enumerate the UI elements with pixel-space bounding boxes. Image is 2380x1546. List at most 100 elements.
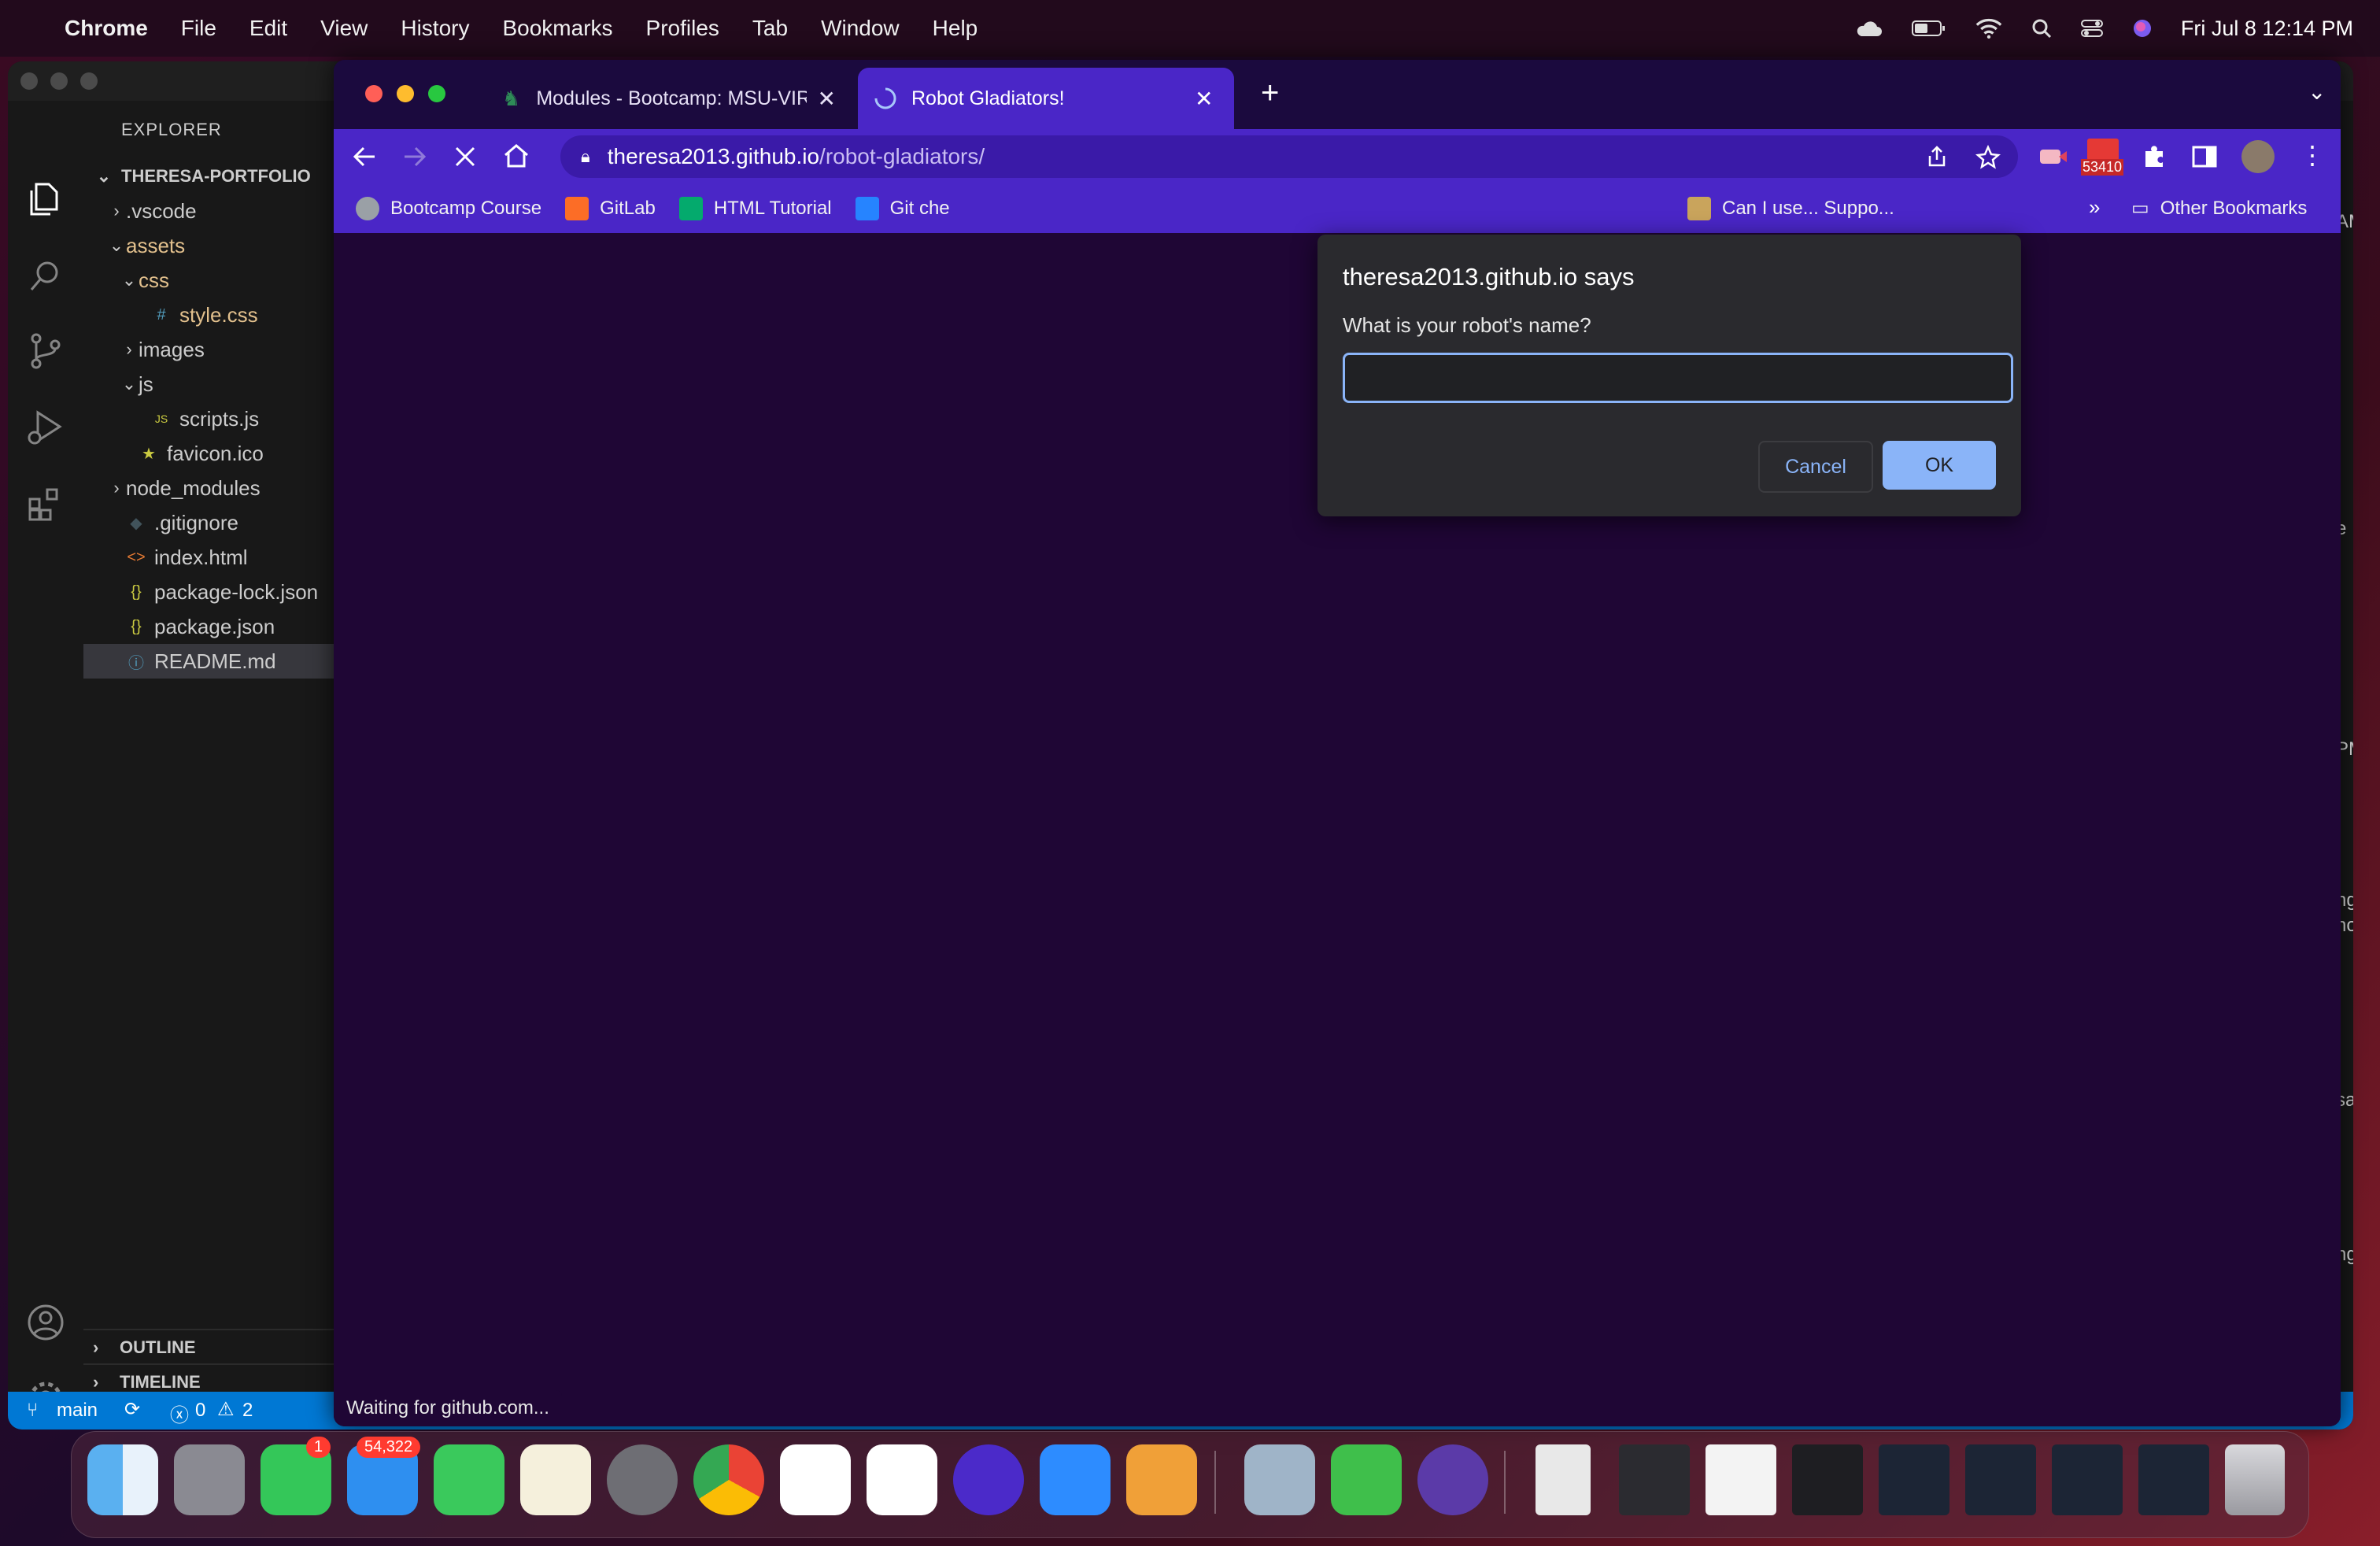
close-window-button[interactable] bbox=[365, 85, 382, 102]
bookmark-html-tutorial[interactable]: HTML Tutorial bbox=[678, 197, 832, 220]
menu-view[interactable]: View bbox=[320, 16, 368, 41]
zip-file-icon[interactable] bbox=[1536, 1444, 1591, 1515]
side-panel-icon[interactable] bbox=[2191, 143, 2218, 170]
menu-profiles[interactable]: Profiles bbox=[646, 16, 719, 41]
icloud-icon[interactable] bbox=[1855, 18, 1883, 39]
zoom-icon[interactable] bbox=[1040, 1444, 1111, 1515]
lock-icon[interactable]: 🔒︎ bbox=[581, 146, 590, 167]
preview-icon[interactable] bbox=[1244, 1444, 1315, 1515]
bookmarks-overflow-button[interactable]: » bbox=[2089, 195, 2100, 220]
menu-tab[interactable]: Tab bbox=[752, 16, 788, 41]
github-desktop-icon[interactable] bbox=[1417, 1444, 1488, 1515]
home-icon[interactable] bbox=[502, 142, 530, 170]
file-tree-item[interactable]: JS scripts.js bbox=[83, 401, 335, 436]
minimize-window-button[interactable] bbox=[397, 85, 414, 102]
zoom-button[interactable] bbox=[80, 72, 98, 90]
close-tab-icon[interactable]: ✕ bbox=[1195, 86, 1213, 112]
ok-button[interactable]: OK bbox=[1883, 441, 1996, 490]
bookmark-gitlab[interactable]: GitLab bbox=[565, 197, 656, 220]
extensions-icon[interactable] bbox=[25, 483, 66, 524]
maximize-window-button[interactable] bbox=[428, 85, 445, 102]
notes-icon[interactable] bbox=[520, 1444, 591, 1515]
wifi-icon[interactable] bbox=[1975, 18, 2003, 39]
bookmark-can-i-use[interactable]: Can I use... Suppo... bbox=[1687, 197, 1894, 220]
bookmark-star-icon[interactable] bbox=[1975, 145, 2001, 170]
branch-name[interactable]: main bbox=[57, 1400, 98, 1422]
git-branch-icon[interactable]: ⑂ bbox=[27, 1400, 38, 1422]
file-tree-item[interactable]: › .vscode bbox=[83, 194, 335, 228]
window-thumbnail[interactable] bbox=[1965, 1444, 2036, 1515]
window-thumbnail[interactable] bbox=[1706, 1444, 1776, 1515]
outline-section[interactable]: › OUTLINE bbox=[83, 1329, 335, 1365]
chrome-icon[interactable] bbox=[693, 1444, 764, 1515]
tab-modules[interactable]: ♞ Modules - Bootcamp: MSU-VIR ✕ bbox=[490, 68, 836, 129]
trash-icon[interactable] bbox=[2225, 1444, 2285, 1515]
window-thumbnail[interactable] bbox=[1792, 1444, 1863, 1515]
file-tree-item[interactable]: › images bbox=[83, 332, 335, 367]
tab-search-chevron-icon[interactable]: ⌄ bbox=[2308, 79, 2326, 105]
vscode-icon[interactable] bbox=[867, 1444, 937, 1515]
bookmark-git-cheatsheet[interactable]: Git che bbox=[855, 197, 950, 220]
battery-icon[interactable] bbox=[1911, 18, 1946, 39]
dark-browser-icon[interactable] bbox=[953, 1444, 1024, 1515]
file-tree-item[interactable]: # style.css bbox=[83, 298, 335, 332]
share-icon[interactable] bbox=[1925, 145, 1949, 168]
launchpad-icon[interactable] bbox=[174, 1444, 245, 1515]
menu-window[interactable]: Window bbox=[821, 16, 900, 41]
profile-avatar[interactable] bbox=[2241, 140, 2275, 173]
close-button[interactable] bbox=[20, 72, 38, 90]
file-tree-item[interactable]: ⌄ js bbox=[83, 367, 335, 401]
finder-icon[interactable] bbox=[87, 1444, 158, 1515]
window-thumbnail[interactable] bbox=[1619, 1444, 1690, 1515]
menu-help[interactable]: Help bbox=[933, 16, 978, 41]
file-tree-item[interactable]: <> index.html bbox=[83, 540, 335, 575]
search-icon[interactable] bbox=[25, 255, 66, 296]
menu-edit[interactable]: Edit bbox=[249, 16, 287, 41]
file-tree-item[interactable]: ◆ .gitignore bbox=[83, 505, 335, 540]
source-control-icon[interactable] bbox=[25, 331, 66, 372]
minimize-button[interactable] bbox=[50, 72, 68, 90]
menu-file[interactable]: File bbox=[181, 16, 216, 41]
sync-icon[interactable]: ⟳ bbox=[124, 1398, 140, 1421]
address-bar[interactable]: 🔒︎ theresa2013.github.io /robot-gladiato… bbox=[560, 135, 2018, 178]
menu-bookmarks[interactable]: Bookmarks bbox=[502, 16, 612, 41]
extensions-puzzle-icon[interactable] bbox=[2141, 143, 2168, 170]
close-tab-icon[interactable]: ✕ bbox=[818, 86, 836, 112]
siri-icon[interactable] bbox=[2132, 18, 2153, 39]
explorer-files-icon[interactable] bbox=[25, 178, 66, 219]
system-settings-icon[interactable] bbox=[607, 1444, 678, 1515]
gmail-checker-icon[interactable]: 53410 bbox=[2081, 139, 2124, 176]
file-tree-item[interactable]: {} package.json bbox=[83, 609, 335, 644]
file-tree-item[interactable]: › node_modules bbox=[83, 471, 335, 505]
bookmark-bootcamp-course[interactable]: Bootcamp Course bbox=[356, 197, 541, 220]
spotlight-search-icon[interactable] bbox=[2031, 18, 2052, 39]
slack-icon[interactable] bbox=[780, 1444, 851, 1515]
window-thumbnail[interactable] bbox=[2138, 1444, 2209, 1515]
file-tree-item[interactable]: ★ favicon.ico bbox=[83, 436, 335, 471]
warning-count[interactable]: 2 bbox=[242, 1400, 253, 1422]
menubar-clock[interactable]: Fri Jul 8 12:14 PM bbox=[2181, 17, 2353, 41]
run-debug-icon[interactable] bbox=[25, 406, 66, 447]
forward-arrow-icon[interactable] bbox=[401, 143, 428, 170]
mail-icon[interactable]: 54,322 bbox=[347, 1437, 421, 1515]
messages-icon[interactable]: 1 bbox=[261, 1437, 331, 1515]
numbers-icon[interactable] bbox=[1331, 1444, 1402, 1515]
error-icon[interactable]: ⓧ bbox=[170, 1400, 189, 1427]
cancel-button[interactable]: Cancel bbox=[1758, 441, 1873, 493]
warning-icon[interactable]: ⚠ bbox=[217, 1398, 235, 1421]
menu-history[interactable]: History bbox=[401, 16, 469, 41]
robot-name-input[interactable] bbox=[1343, 353, 2013, 403]
account-icon[interactable] bbox=[25, 1302, 66, 1343]
tab-robot-gladiators[interactable]: Robot Gladiators! ✕ bbox=[858, 68, 1234, 129]
video-extension-icon[interactable] bbox=[2038, 143, 2068, 170]
other-bookmarks-folder[interactable]: ▭ Other Bookmarks bbox=[2131, 197, 2307, 220]
error-count[interactable]: 0 bbox=[195, 1400, 205, 1422]
menu-app-name[interactable]: Chrome bbox=[65, 16, 148, 41]
facetime-icon[interactable] bbox=[434, 1444, 504, 1515]
file-tree-item[interactable]: {} package-lock.json bbox=[83, 575, 335, 609]
file-tree-item[interactable]: ⓘ README.md bbox=[83, 644, 335, 679]
control-center-icon[interactable] bbox=[2080, 18, 2104, 39]
file-tree-item[interactable]: ⌄ css bbox=[83, 263, 335, 298]
stop-loading-icon[interactable] bbox=[452, 143, 479, 170]
pages-icon[interactable] bbox=[1126, 1444, 1197, 1515]
